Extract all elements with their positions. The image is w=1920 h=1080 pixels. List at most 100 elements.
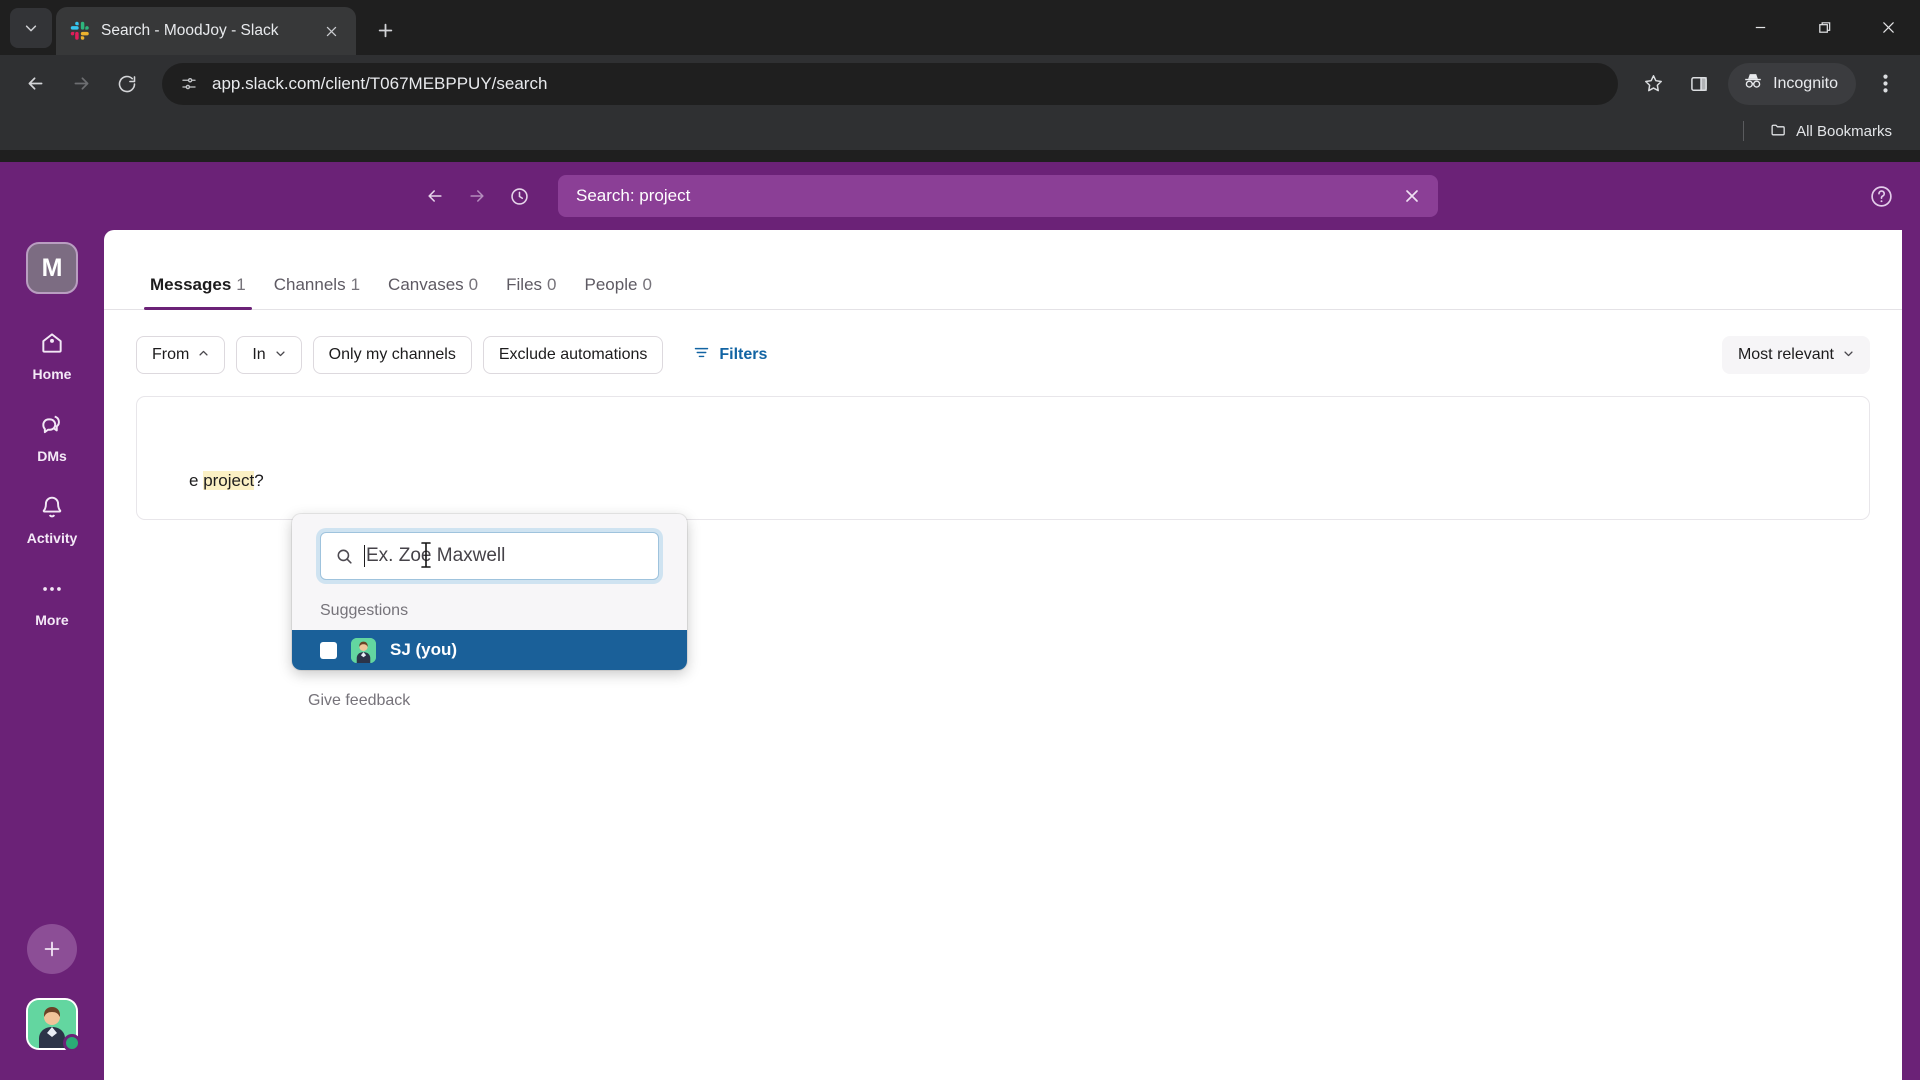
slack-favicon-icon bbox=[70, 21, 90, 41]
site-settings-icon[interactable] bbox=[178, 73, 200, 95]
slack-body: M Home DMs Activity More Messages 1 Chan… bbox=[0, 230, 1920, 1080]
all-bookmarks-label: All Bookmarks bbox=[1796, 122, 1892, 140]
bell-icon bbox=[39, 494, 65, 525]
bookmarks-bar: All Bookmarks bbox=[0, 112, 1920, 150]
new-tab-button[interactable] bbox=[366, 11, 404, 49]
browser-tab-strip: Search - MoodJoy - Slack bbox=[0, 0, 1920, 55]
incognito-icon bbox=[1742, 70, 1764, 97]
filter-from-label: From bbox=[152, 346, 190, 363]
create-new-plus-icon[interactable] bbox=[27, 924, 77, 974]
slack-forward-arrow-icon[interactable] bbox=[458, 177, 496, 215]
sidebar-item-dms-label: DMs bbox=[37, 448, 67, 464]
folder-icon bbox=[1770, 121, 1787, 142]
sort-dropdown-button[interactable]: Most relevant bbox=[1721, 336, 1870, 374]
search-result-tabs: Messages 1 Channels 1 Canvases 0 Files 0 Peo… bbox=[104, 248, 1902, 310]
back-arrow-icon[interactable] bbox=[14, 63, 56, 105]
browser-tab[interactable]: Search - MoodJoy - Slack bbox=[56, 7, 356, 55]
filter-from-button[interactable]: From bbox=[136, 336, 226, 374]
sort-label: Most relevant bbox=[1737, 346, 1834, 363]
browser-toolbar: app.slack.com/client/T067MEBPPUY/search bbox=[0, 55, 1920, 112]
slack-left-rail: M Home DMs Activity More bbox=[0, 230, 104, 1080]
from-filter-dropdown: Ex. Zoe Maxwell Suggestions SJ (you) bbox=[292, 514, 687, 670]
option-avatar bbox=[351, 637, 376, 663]
slack-back-arrow-icon[interactable] bbox=[416, 177, 454, 215]
filters-button[interactable]: Filters bbox=[683, 336, 777, 374]
from-search-wrap: Ex. Zoe Maxwell bbox=[292, 532, 687, 580]
filters-label: Filters bbox=[719, 346, 768, 363]
tab-channels[interactable]: Channels 1 bbox=[260, 275, 374, 309]
search-result-item[interactable]: e project? bbox=[136, 396, 1870, 520]
tab-files-label: Files bbox=[506, 275, 543, 294]
tab-channels-count: 1 bbox=[350, 275, 361, 294]
ellipsis-icon bbox=[39, 576, 65, 607]
all-bookmarks-button[interactable]: All Bookmarks bbox=[1762, 117, 1900, 146]
close-tab-icon[interactable] bbox=[318, 18, 344, 44]
filter-exclude-automations-button[interactable]: Exclude automations bbox=[482, 336, 664, 374]
result-text-after: ? bbox=[254, 471, 264, 490]
window-controls bbox=[1728, 0, 1920, 55]
sidebar-item-activity[interactable]: Activity bbox=[16, 494, 88, 546]
filter-in-button[interactable]: In bbox=[236, 336, 302, 374]
close-window-button[interactable] bbox=[1856, 0, 1920, 55]
address-bar-url: app.slack.com/client/T067MEBPPUY/search bbox=[212, 73, 548, 93]
result-highlight: project bbox=[203, 471, 255, 490]
filter-only-my-channels-button[interactable]: Only my channels bbox=[312, 336, 472, 374]
dms-icon bbox=[39, 412, 65, 443]
reload-icon[interactable] bbox=[106, 63, 148, 105]
chevron-down-icon bbox=[1843, 348, 1854, 362]
presence-indicator bbox=[63, 1034, 81, 1052]
slack-app: Search: project M Home DMs Activity More… bbox=[0, 162, 1920, 1080]
help-question-mark-icon[interactable] bbox=[1862, 177, 1900, 215]
from-option-sj[interactable]: SJ (you) bbox=[292, 630, 687, 670]
chevron-up-icon bbox=[198, 348, 209, 362]
clear-search-close-icon[interactable] bbox=[1398, 182, 1426, 210]
tab-canvases-label: Canvases bbox=[388, 275, 464, 294]
slack-search-value: Search: project bbox=[576, 186, 691, 205]
tab-canvases-count: 0 bbox=[468, 275, 479, 294]
slack-history-nav bbox=[416, 177, 538, 215]
checkbox-unchecked-icon[interactable] bbox=[320, 641, 337, 659]
sidebar-item-dms[interactable]: DMs bbox=[16, 412, 88, 464]
browser-tab-title: Search - MoodJoy - Slack bbox=[101, 22, 279, 39]
tab-files-count: 0 bbox=[547, 275, 557, 294]
search-results-list: e project? bbox=[104, 374, 1902, 520]
tab-search-chevron-down-icon[interactable] bbox=[10, 8, 52, 48]
star-icon[interactable] bbox=[1632, 63, 1674, 105]
search-filter-row: From In Only my channels Exclude automat… bbox=[104, 310, 1902, 374]
sidebar-item-more[interactable]: More bbox=[16, 576, 88, 628]
minimize-window-button[interactable] bbox=[1728, 0, 1792, 55]
from-search-placeholder: Ex. Zoe Maxwell bbox=[366, 545, 506, 566]
tab-messages-count: 1 bbox=[236, 275, 246, 294]
forward-arrow-icon[interactable] bbox=[60, 63, 102, 105]
tab-people-count: 0 bbox=[642, 275, 652, 294]
tab-people[interactable]: People 0 bbox=[571, 275, 666, 309]
tab-messages-label: Messages bbox=[150, 275, 232, 294]
tab-messages[interactable]: Messages 1 bbox=[136, 275, 260, 310]
slack-search-input[interactable]: Search: project bbox=[558, 175, 1438, 217]
give-feedback-link[interactable]: Give feedback bbox=[308, 692, 410, 710]
tab-canvases[interactable]: Canvases 0 bbox=[374, 275, 492, 309]
user-avatar[interactable] bbox=[26, 998, 81, 1052]
side-panel-icon[interactable] bbox=[1678, 63, 1720, 105]
from-search-input[interactable]: Ex. Zoe Maxwell bbox=[320, 532, 659, 580]
sidebar-item-more-label: More bbox=[35, 612, 69, 628]
sidebar-item-home[interactable]: Home bbox=[16, 330, 88, 382]
home-icon bbox=[39, 330, 65, 361]
browser-window: Search - MoodJoy - Slack app.slack.com/c… bbox=[0, 0, 1920, 1080]
address-bar[interactable]: app.slack.com/client/T067MEBPPUY/search bbox=[162, 62, 1619, 105]
tab-people-label: People bbox=[584, 275, 638, 294]
workspace-icon[interactable]: M bbox=[26, 242, 78, 294]
maximize-window-button[interactable] bbox=[1792, 0, 1856, 55]
sidebar-item-activity-label: Activity bbox=[26, 530, 78, 546]
three-dot-menu-icon[interactable] bbox=[1864, 63, 1906, 105]
tab-files[interactable]: Files 0 bbox=[492, 275, 570, 309]
bookmarks-divider bbox=[1743, 121, 1745, 141]
slack-top-bar: Search: project bbox=[0, 162, 1920, 230]
chevron-down-icon bbox=[275, 348, 286, 362]
from-option-label: SJ (you) bbox=[390, 640, 458, 659]
filter-in-label: In bbox=[252, 346, 266, 363]
incognito-label: Incognito bbox=[1773, 74, 1838, 92]
clock-history-icon[interactable] bbox=[500, 177, 538, 215]
filter-icon bbox=[693, 344, 710, 366]
incognito-indicator[interactable]: Incognito bbox=[1728, 62, 1856, 105]
